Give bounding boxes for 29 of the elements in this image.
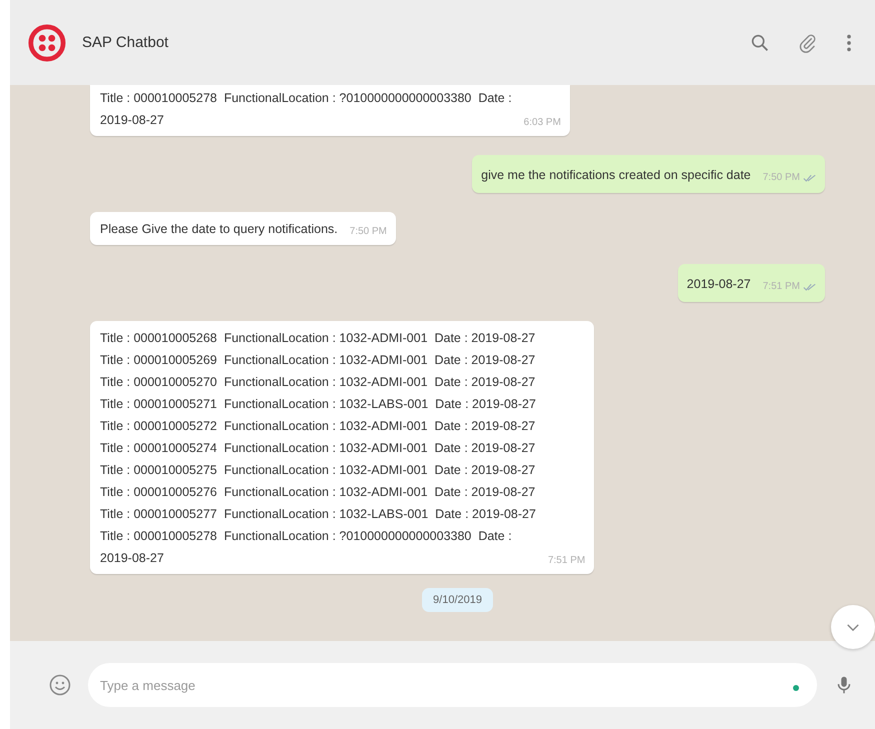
message-text: Title : 000010005275 FunctionalLocation : 1032-ADMI-001 Date : 2019-08-27: [100, 462, 536, 479]
message-time: 7:51 PM: [548, 554, 586, 568]
chat-title: SAP Chatbot: [82, 34, 168, 51]
message-text: 2019-08-27: [100, 550, 165, 567]
double-check-icon: [803, 174, 816, 182]
date-chip: 9/10/2019: [422, 588, 493, 612]
message-text: Title : 000010005277 FunctionalLocation : 1032-LABS-001 Date : 2019-08-27: [100, 506, 536, 523]
message-text: Title : 000010005268 FunctionalLocation : 1032-ADMI-001 Date : 2019-08-27: [100, 330, 536, 347]
chevron-down-icon: [846, 622, 860, 632]
message-text: Title : 000010005270 FunctionalLocation : 1032-ADMI-001 Date : 2019-08-27: [100, 374, 536, 391]
logo-icon: [28, 24, 66, 62]
message-text: Title : 000010005271 FunctionalLocation : 1032-LABS-001 Date : 2019-08-27: [100, 396, 536, 413]
message-time: 6:03 PM: [524, 116, 561, 130]
message-text: Please Give the date to query notifications.: [100, 221, 338, 238]
message-text: 2019-08-27: [686, 276, 751, 293]
message-time: 7:50 PM: [762, 171, 800, 185]
message-text: Title : 000010005276 FunctionalLocation : 1032-ADMI-001 Date : 2019-08-27: [100, 484, 536, 501]
message-time: 7:51 PM: [762, 280, 800, 294]
message-text: 2019-08-27: [100, 112, 165, 129]
message-text: Title : 000010005269 FunctionalLocation : 1032-ADMI-001 Date : 2019-08-27: [100, 352, 536, 369]
message-text: give me the notifications created on specific date: [481, 167, 751, 184]
message-time: 7:50 PM: [350, 225, 387, 239]
message-text: Title : 000010005272 FunctionalLocation : 1032-ADMI-001 Date : 2019-08-27: [100, 418, 536, 435]
smiley-icon[interactable]: [48, 673, 72, 697]
message-text: Title : 000010005278 FunctionalLocation : ?010000000000003380 Date :: [100, 90, 512, 107]
message-text: Title : 000010005274 FunctionalLocation : 1032-ADMI-001 Date : 2019-08-27: [100, 440, 536, 457]
double-check-icon: [803, 282, 816, 292]
message-input-field[interactable]: Type a message: [88, 663, 817, 707]
message-text: Title : 000010005278 FunctionalLocation : ?010000000000003380 Date :: [100, 528, 513, 545]
